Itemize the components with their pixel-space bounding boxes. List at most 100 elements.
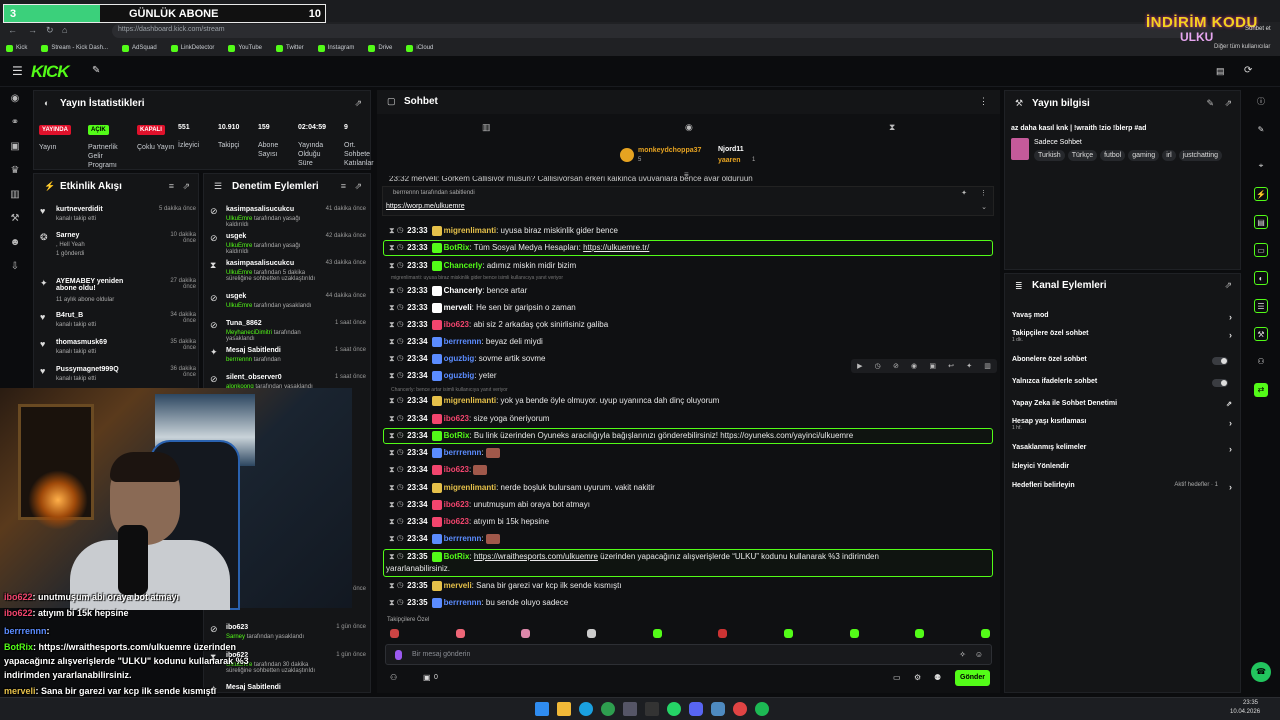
emote-icon[interactable]: [586, 629, 596, 638]
bookmark-item[interactable]: Instagram: [317, 44, 354, 52]
chat-username[interactable]: berrrennn: [444, 337, 482, 346]
list-icon[interactable]: ☰: [1254, 299, 1268, 313]
chat-username[interactable]: BotRix: [444, 431, 470, 440]
emote-icon[interactable]: [783, 629, 793, 638]
app-icon[interactable]: [711, 702, 725, 716]
pin-icon[interactable]: ✎: [92, 65, 100, 76]
wallet-icon[interactable]: ▣: [423, 673, 431, 682]
mod-actions-icon[interactable]: ⧗ ◷: [389, 517, 403, 526]
emoji-icon[interactable]: ☺: [975, 650, 983, 659]
bookmark-item[interactable]: LinkDetector: [170, 44, 214, 52]
payout-icon[interactable]: ▥: [9, 189, 21, 201]
forward-icon[interactable]: →: [28, 25, 37, 35]
channel-action-row[interactable]: Hesap yaşı kısıtlaması 1 hf. ›: [1012, 418, 1236, 431]
chat-username[interactable]: oguzbig: [444, 354, 475, 363]
channel-action-row[interactable]: İzleyici Yönlendir: [1012, 463, 1236, 470]
chat-username[interactable]: Chancerly: [444, 261, 483, 270]
mod-actions-icon[interactable]: ⧗ ◷: [389, 261, 403, 270]
mod-actions-icon[interactable]: ⧗ ◷: [389, 448, 403, 457]
reload-icon[interactable]: ↻: [46, 25, 54, 36]
bookmark-item[interactable]: Twitter: [276, 44, 304, 52]
activity-user[interactable]: AYEMABEY yeniden abone oldu!: [56, 278, 144, 292]
more-icon[interactable]: ⋮: [980, 189, 987, 197]
chat-bubble-icon[interactable]: ◉: [685, 122, 693, 133]
eye-icon[interactable]: ◉: [911, 362, 917, 370]
mod-actions-icon[interactable]: ⧗ ◷: [389, 286, 403, 295]
chat-username[interactable]: migrenlimanti: [444, 226, 496, 235]
chat-message[interactable]: ⧗ ◷ 23:33 BotRix: Tüm Sosyal Medya Hesapla…: [389, 241, 989, 255]
chat-username[interactable]: berrrennn: [444, 448, 482, 457]
channel-action-row[interactable]: Takipçilere özel sohbet 1 dk. ›: [1012, 330, 1236, 343]
mod-actions-icon[interactable]: ⧗ ◷: [389, 337, 403, 346]
chat-username[interactable]: ibo623: [444, 517, 469, 526]
support-chat-icon[interactable]: ☎: [1251, 662, 1271, 682]
link-icon[interactable]: ⚭: [9, 117, 21, 129]
chat-username[interactable]: ibo623: [444, 465, 469, 474]
unpin-icon[interactable]: ✦: [961, 189, 967, 197]
kick-logo[interactable]: KICK: [31, 62, 70, 82]
bookmark-item[interactable]: YouTube: [228, 44, 262, 52]
tag-chip[interactable]: Türkçe: [1067, 150, 1098, 161]
pencil-icon[interactable]: ✎: [1254, 123, 1268, 137]
live-icon[interactable]: ◉: [9, 93, 21, 105]
moderated-user[interactable]: usgek: [226, 293, 246, 300]
category-name[interactable]: Sadece Sohbet: [1034, 139, 1082, 146]
windows-start-icon[interactable]: [535, 702, 549, 716]
popout-icon[interactable]: ⇗: [1224, 98, 1232, 109]
activity-user[interactable]: thomasmusk69: [56, 339, 144, 346]
edge-icon[interactable]: [579, 702, 593, 716]
popout-icon[interactable]: ⇗: [182, 181, 190, 192]
bookmark-item[interactable]: AdSquad: [122, 44, 157, 52]
chat-username[interactable]: migrenlimanti: [444, 396, 496, 405]
mod-actions-icon[interactable]: ⧗ ◷: [389, 226, 403, 235]
moderated-user[interactable]: kasimpasalisucukcu: [226, 260, 294, 267]
chevron-down-icon[interactable]: ⌄: [981, 203, 987, 211]
download-icon[interactable]: ⇩: [9, 261, 21, 273]
steam-icon[interactable]: [623, 702, 637, 716]
bookmark-item[interactable]: Stream - Kick Dash...: [41, 44, 108, 52]
tag-chip[interactable]: irl: [1162, 150, 1176, 161]
chat-message[interactable]: ⧗ ◷ 23:34 ibo623: unutmuşum abi oraya bot …: [389, 498, 989, 512]
pinned-link[interactable]: https://worp.me/ulkuemre: [386, 203, 465, 210]
stream-icon[interactable]: ◐: [1254, 271, 1268, 285]
emote-icon[interactable]: [455, 629, 465, 638]
epic-icon[interactable]: [645, 702, 659, 716]
chat-username[interactable]: ibo623: [444, 320, 469, 329]
emote-icon[interactable]: [521, 629, 531, 638]
obs-icon[interactable]: [733, 702, 747, 716]
bot-icon[interactable]: ⚉: [934, 673, 941, 682]
channel-action-row[interactable]: Yapay Zeka ile Sohbet Denetimi ⇗: [1012, 400, 1236, 408]
tag-chip[interactable]: gaming: [1128, 150, 1160, 161]
raid-icon[interactable]: ⇄: [1254, 383, 1268, 397]
address-bar[interactable]: [112, 24, 1212, 38]
flash-icon[interactable]: ⚡: [1254, 187, 1268, 201]
chat-icon[interactable]: ▭: [1254, 243, 1268, 257]
toggle-switch[interactable]: [1212, 357, 1228, 365]
filter-icon[interactable]: ≡: [169, 181, 174, 191]
back-icon[interactable]: ←: [8, 25, 17, 35]
menu-icon[interactable]: ☰: [12, 64, 23, 78]
moderated-user[interactable]: usgek: [226, 233, 246, 240]
mod-actions-icon[interactable]: ⧗ ◷: [389, 465, 403, 474]
moderated-user[interactable]: silent_observer0: [226, 374, 282, 381]
users-icon[interactable]: ⚇: [390, 673, 397, 682]
activity-user[interactable]: B4rut_B: [56, 312, 144, 319]
mod-actions-icon[interactable]: ⧗ ◷: [389, 371, 403, 380]
mod-actions-icon[interactable]: ⧗ ◷: [389, 396, 403, 405]
explorer-icon[interactable]: [557, 702, 571, 716]
channel-action-row[interactable]: Hedefleri belirleyin Aktif hedefler · 1 ›: [1012, 482, 1236, 492]
mod-actions-icon[interactable]: ⧗ ◷: [389, 598, 403, 607]
whatsapp-icon[interactable]: [667, 702, 681, 716]
channel-action-row[interactable]: Yalnızca ifadelerle sohbet: [1012, 378, 1236, 387]
tools-icon[interactable]: ⚒: [1254, 327, 1268, 341]
chat-message[interactable]: ⧗ ◷ 23:35 merveli: Sana bir garezi var kcp…: [389, 579, 989, 593]
mod-actions-icon[interactable]: ⧗ ◷: [389, 431, 403, 440]
mod-actions-icon[interactable]: ⧗ ◷: [389, 354, 403, 363]
hourglass-icon[interactable]: ⧗: [889, 122, 895, 133]
more-icon[interactable]: ⋮: [979, 96, 988, 107]
chat-message[interactable]: ⧗ ◷ 23:34 migrenlimanti: nerde boşluk bulu…: [389, 481, 989, 495]
chat-message[interactable]: ⧗ ◷ 23:33 merveli: He sen bir garipsin o z…: [389, 301, 989, 315]
message-link[interactable]: https://wraithesports.com/ulkuemre: [474, 552, 598, 561]
message-link[interactable]: https://ulkuemre.tr/: [583, 243, 649, 252]
spotify-icon[interactable]: [755, 702, 769, 716]
